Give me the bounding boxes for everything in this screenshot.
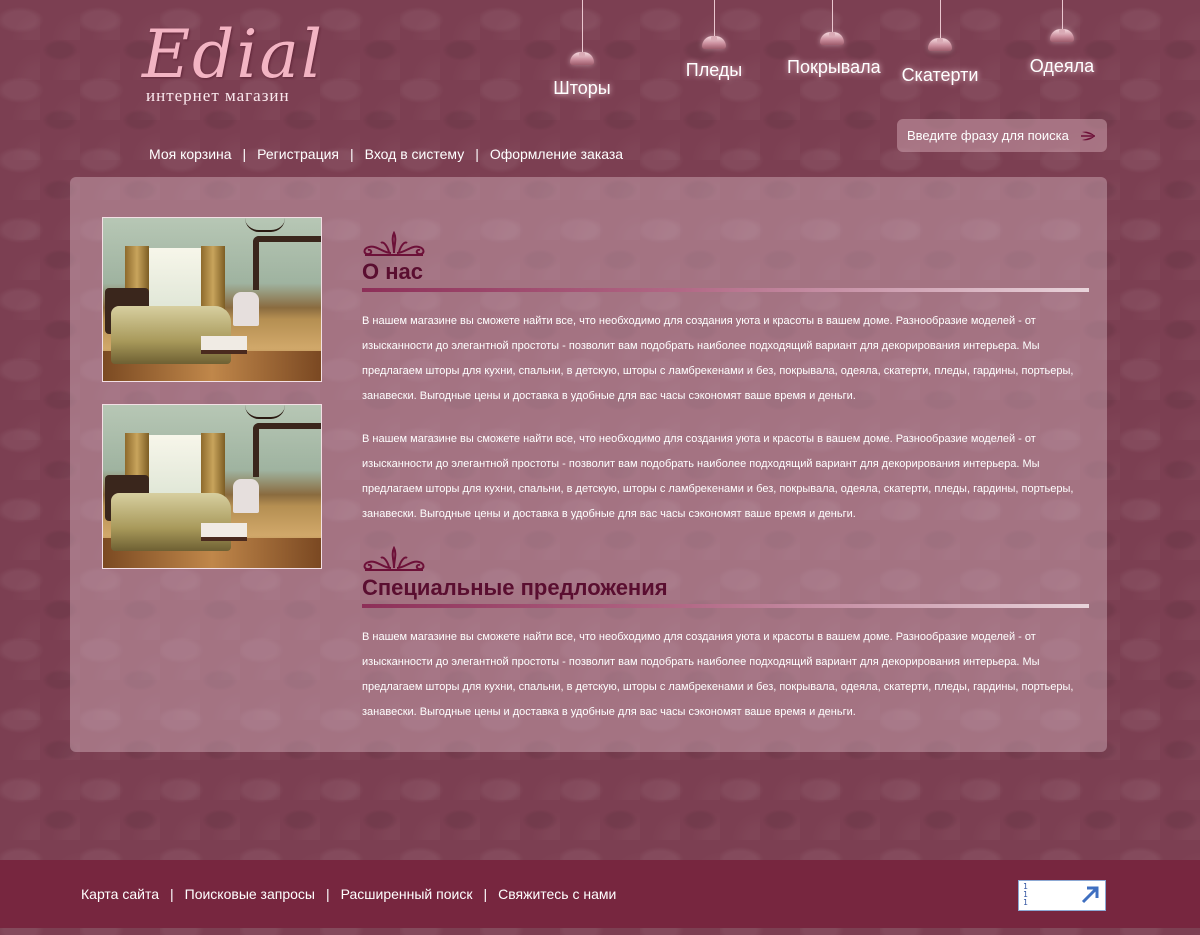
nav-category-tablecloths[interactable]: Скатерти <box>895 0 985 86</box>
separator: | <box>170 886 174 902</box>
nav-category-bedspreads[interactable]: Покрывала <box>787 0 881 78</box>
nav-category-label: Одеяла <box>1029 56 1095 76</box>
footer: Карта сайта | Поисковые запросы | Расширенны… <box>0 860 1200 928</box>
cart-link[interactable]: Моя корзина <box>149 146 232 162</box>
account-links: Моя корзина | Регистрация | Вход в систему | О… <box>149 146 623 162</box>
section-divider <box>362 288 1089 292</box>
contact-link[interactable]: Свяжитесь с нами <box>498 886 616 902</box>
lamp-icon <box>928 38 952 51</box>
bedroom-photo[interactable] <box>102 217 322 382</box>
lamp-icon <box>1050 29 1074 42</box>
nav-category-label: Скатерти <box>901 65 979 85</box>
hit-counter-badge[interactable]: 1 1 1 <box>1018 880 1106 911</box>
arrow-up-right-icon <box>1081 886 1099 904</box>
section-title-special-offers: Специальные предложения <box>362 575 668 600</box>
site-logo[interactable]: Edial интернет магазин <box>142 20 324 106</box>
lamp-icon <box>702 36 726 49</box>
section-divider <box>362 604 1089 608</box>
search-input[interactable] <box>907 128 1077 143</box>
about-paragraph: В нашем магазине вы сможете найти все, ч… <box>362 315 1074 402</box>
separator: | <box>483 886 488 902</box>
advanced-search-link[interactable]: Расширенный поиск <box>341 886 473 902</box>
footer-links: Карта сайта | Поисковые запросы | Расширенны… <box>81 886 616 902</box>
nav-category-plaids[interactable]: Пледы <box>669 0 759 81</box>
about-paragraph: В нашем магазине вы сможете найти все, ч… <box>362 433 1074 520</box>
nav-category-label: Шторы <box>553 78 611 98</box>
checkout-link[interactable]: Оформление заказа <box>490 146 623 162</box>
bedroom-photo[interactable] <box>102 404 322 569</box>
counter-digits: 1 1 1 <box>1023 882 1028 907</box>
register-link[interactable]: Регистрация <box>257 146 339 162</box>
sitemap-link[interactable]: Карта сайта <box>81 886 159 902</box>
search-queries-link[interactable]: Поисковые запросы <box>185 886 315 902</box>
nav-category-curtains[interactable]: Шторы <box>537 0 627 99</box>
separator: | <box>242 146 247 162</box>
nav-category-label: Пледы <box>685 60 743 80</box>
logo-wordmark: Edial <box>142 16 324 93</box>
ornament-icon <box>363 546 425 571</box>
separator: | <box>325 886 330 902</box>
ornament-icon <box>363 231 425 256</box>
separator: | <box>475 146 479 162</box>
lamp-icon <box>570 52 594 65</box>
section-title-about: О нас <box>362 259 423 284</box>
leaf-ornament-icon[interactable] <box>1079 127 1097 145</box>
separator: | <box>350 146 354 162</box>
nav-category-blankets[interactable]: Одеяла <box>1017 0 1107 77</box>
login-link[interactable]: Вход в систему <box>365 146 465 162</box>
nav-category-label: Покрывала <box>787 57 881 77</box>
lamp-icon <box>820 32 844 45</box>
search-box <box>897 119 1107 152</box>
special-offers-paragraph: В нашем магазине вы сможете найти все, ч… <box>362 631 1074 718</box>
